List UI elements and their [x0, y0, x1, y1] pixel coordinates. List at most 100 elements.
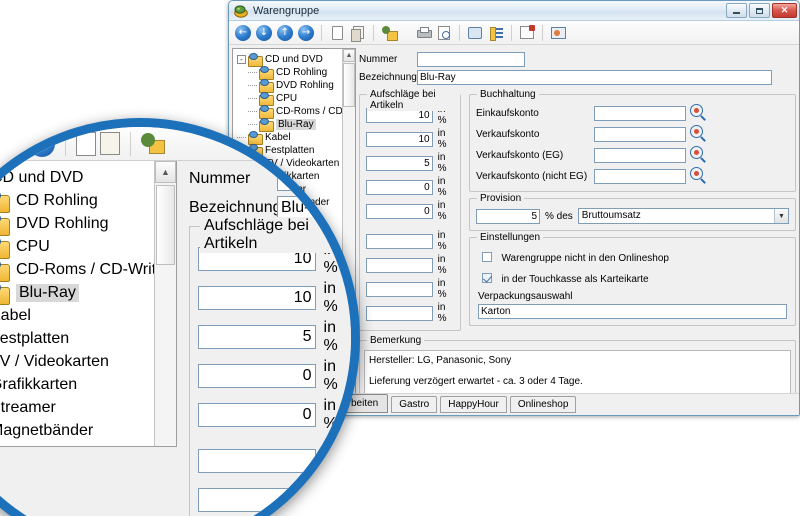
nav-up-icon[interactable]: ↑	[0, 130, 25, 157]
nav-up-icon[interactable]: ↑	[275, 23, 295, 43]
nummer-row: Nummer	[359, 52, 796, 67]
tree-node-cd-rohling[interactable]: CD Rohling	[0, 189, 176, 213]
tree-node-dvd-rohling[interactable]: DVD Rohling	[0, 212, 176, 236]
folder-icon	[259, 92, 274, 106]
maximize-button[interactable]	[749, 3, 770, 18]
tree-node-cpu[interactable]: CPU	[237, 92, 353, 106]
magnified-category-tree[interactable]: - CD und DVD CD Rohling DVD Rohling	[0, 161, 177, 447]
scroll-up-arrow[interactable]: ▲	[343, 49, 355, 62]
aufschlag-row: in %	[366, 254, 454, 276]
tab-happyhour[interactable]: HappyHour	[440, 396, 507, 413]
touchkasse-checkbox[interactable]	[482, 273, 492, 283]
aufschlag-unit: in %	[437, 254, 447, 276]
verkaufskonto-eg-lookup[interactable]	[686, 146, 706, 164]
properties-icon[interactable]	[517, 23, 537, 43]
scroll-thumb[interactable]	[343, 63, 355, 107]
tab-gastro[interactable]: Gastro	[391, 396, 438, 413]
scroll-up-arrow[interactable]: ▲	[155, 161, 176, 183]
aufschlag-input-7[interactable]	[198, 488, 316, 512]
list-icon[interactable]	[486, 23, 506, 43]
tree-node-webcam[interactable]: Webcam	[0, 442, 176, 447]
nummer-label: Nummer	[189, 170, 251, 187]
copy-record-icon[interactable]	[100, 132, 120, 155]
aufschlag-input-6[interactable]	[366, 233, 433, 249]
aufschlag-input-4[interactable]: 0	[366, 179, 433, 195]
nummer-input[interactable]	[417, 52, 525, 67]
nav-forward-icon[interactable]: →	[29, 130, 55, 157]
touchkasse-checkbox-label: in der Touchkasse als Karteikarte	[501, 274, 649, 285]
tree-node-cd-roms[interactable]: CD-Roms / CD-Writer	[237, 105, 355, 119]
nummer-input[interactable]	[277, 167, 351, 191]
verkaufskonto-eg-input[interactable]	[594, 147, 686, 163]
tree-node-root[interactable]: - CD und DVD	[237, 53, 353, 67]
bezeichnung-label: Bezeichnung	[189, 199, 282, 216]
picture-icon[interactable]	[548, 23, 568, 43]
aufschlag-input-2[interactable]: 10	[198, 286, 316, 310]
onlineshop-checkbox-row[interactable]: Warengruppe nicht in den Onlineshop	[482, 248, 789, 266]
aufschlag-input-2[interactable]: 10	[366, 131, 433, 147]
aufschlag-input-5[interactable]: 0	[198, 403, 316, 427]
tree-node-tv-videokarten[interactable]: TV / Videokarten	[0, 350, 176, 373]
aufschlag-input-9[interactable]	[366, 305, 433, 321]
aufschlag-input-5[interactable]: 0	[366, 203, 433, 219]
collapse-icon[interactable]: -	[237, 55, 246, 64]
tree-node-cpu[interactable]: CPU	[0, 235, 176, 259]
tree-scrollbar[interactable]: ▲	[154, 161, 176, 446]
tree-node-kabel[interactable]: Kabel	[0, 304, 176, 327]
copy-record-icon[interactable]	[348, 23, 368, 43]
tree-node-festplatten[interactable]: Festplatten	[0, 327, 176, 350]
tree-node-grafikkarten[interactable]: Grafikkarten	[0, 373, 176, 396]
aufschlag-row: 10 in %	[366, 128, 454, 150]
magnifier-icon	[689, 146, 703, 159]
tree-node-blu-ray[interactable]: Blu-Ray	[0, 281, 176, 305]
aufschlag-input-3[interactable]: 5	[366, 155, 433, 171]
close-button[interactable]: ✕	[772, 3, 797, 18]
aufschlag-input-4[interactable]: 0	[198, 364, 316, 388]
aufschlaege-caption: Aufschläge bei Artikeln	[200, 217, 351, 253]
aufschlag-unit: in %	[437, 152, 447, 174]
tree-node-dvd-rohling[interactable]: DVD Rohling	[237, 79, 353, 93]
tree-node-root[interactable]: - CD und DVD	[0, 166, 176, 189]
einkaufskonto-input[interactable]	[594, 105, 686, 121]
aufschlag-unit: in %	[437, 176, 447, 198]
minimize-button[interactable]	[726, 3, 747, 18]
assign-user-icon[interactable]	[379, 23, 399, 43]
tree-node-cd-roms[interactable]: CD-Roms / CD-Writer	[0, 258, 176, 282]
aufschlag-input-8[interactable]	[366, 281, 433, 297]
tree-node-cd-rohling[interactable]: CD Rohling	[237, 66, 353, 80]
provision-base-select[interactable]: Bruttoumsatz ▼	[577, 208, 789, 224]
bezeichnung-input[interactable]: Blu-Ray	[417, 70, 772, 85]
print-icon[interactable]	[413, 23, 433, 43]
verpackung-input[interactable]: Karton	[478, 304, 787, 319]
nav-down-icon[interactable]: ↓	[254, 23, 274, 43]
new-record-icon[interactable]	[327, 23, 347, 43]
verkaufskonto-nicht-eg-input[interactable]	[594, 168, 686, 184]
aufschlag-row: in %	[366, 302, 454, 324]
chevron-down-icon[interactable]: ▼	[774, 209, 788, 223]
window-titlebar[interactable]: Warengruppe ✕	[229, 1, 799, 21]
verkaufskonto-input[interactable]	[594, 126, 686, 142]
note-icon[interactable]	[465, 23, 485, 43]
scroll-thumb[interactable]	[156, 185, 175, 265]
print-preview-icon[interactable]	[434, 23, 454, 43]
window-controls: ✕	[726, 3, 797, 18]
buchhaltung-row: Einkaufskonto	[476, 104, 789, 122]
assign-user-icon[interactable]	[141, 132, 165, 155]
aufschlag-input-7[interactable]	[366, 257, 433, 273]
provision-input[interactable]: 5	[476, 208, 540, 224]
aufschlag-input-3[interactable]: 5	[198, 325, 316, 349]
einkaufskonto-lookup[interactable]	[686, 104, 706, 122]
verkaufskonto-nicht-eg-lookup[interactable]	[686, 167, 706, 185]
tree-node-streamer[interactable]: Streamer	[0, 396, 176, 419]
tree-node-magnetbaender[interactable]: Magnetbänder	[0, 419, 176, 442]
nav-forward-icon[interactable]: →	[296, 23, 316, 43]
touchkasse-checkbox-row[interactable]: in der Touchkasse als Karteikarte	[482, 269, 789, 287]
aufschlag-input-6[interactable]	[198, 449, 316, 473]
onlineshop-checkbox[interactable]	[482, 252, 492, 262]
magnifier-lens: ← ↓ ↑ → - CD und DVD	[0, 118, 360, 516]
folder-icon	[0, 281, 10, 305]
tab-onlineshop[interactable]: Onlineshop	[509, 396, 577, 413]
verkaufskonto-lookup[interactable]	[686, 125, 706, 143]
new-record-icon[interactable]	[76, 131, 96, 156]
nav-back-icon[interactable]: ←	[233, 23, 253, 43]
